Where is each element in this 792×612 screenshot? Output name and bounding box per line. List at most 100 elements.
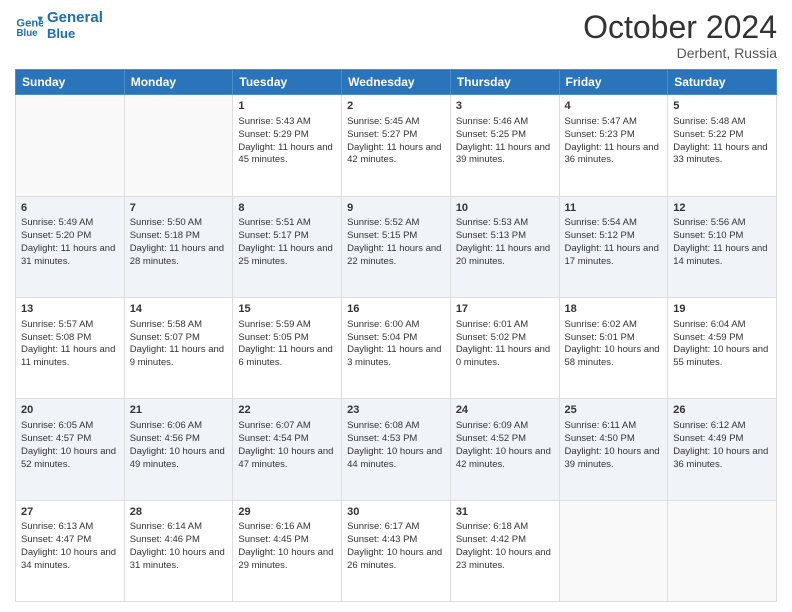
calendar-cell: 12Sunrise: 5:56 AMSunset: 5:10 PMDayligh…: [668, 196, 777, 297]
calendar-cell: 17Sunrise: 6:01 AMSunset: 5:02 PMDayligh…: [450, 297, 559, 398]
daylight-text: Daylight: 11 hours and 14 minutes.: [673, 243, 771, 269]
day-number: 30: [347, 505, 445, 520]
sunset-text: Sunset: 4:50 PM: [565, 433, 663, 446]
sunset-text: Sunset: 5:18 PM: [130, 230, 228, 243]
day-number: 3: [456, 99, 554, 114]
day-number: 4: [565, 99, 663, 114]
sunset-text: Sunset: 5:04 PM: [347, 332, 445, 345]
calendar-cell: 2 Sunrise: 5:45 AMSunset: 5:27 PMDaylight…: [342, 95, 451, 196]
sunset-text: Sunset: 4:54 PM: [238, 433, 336, 446]
day-number: 14: [130, 302, 228, 317]
calendar-cell: 26Sunrise: 6:12 AMSunset: 4:49 PMDayligh…: [668, 399, 777, 500]
sunset-text: Sunset: 4:52 PM: [456, 433, 554, 446]
header: General Blue General Blue October 2024 D…: [15, 10, 777, 61]
col-header-sunday: Sunday: [16, 70, 125, 95]
daylight-text: Daylight: 10 hours and 34 minutes.: [21, 547, 119, 573]
calendar-cell: 18Sunrise: 6:02 AMSunset: 5:01 PMDayligh…: [559, 297, 668, 398]
day-number: 26: [673, 403, 771, 418]
calendar-row-2: 6Sunrise: 5:49 AMSunset: 5:20 PMDaylight…: [16, 196, 777, 297]
day-number: 12: [673, 201, 771, 216]
sunrise-text: Sunrise: 6:07 AM: [238, 420, 336, 433]
sunrise-text: Sunrise: 5:43 AM: [238, 116, 336, 129]
day-number: 20: [21, 403, 119, 418]
sunset-text: Sunset: 5:27 PM: [347, 129, 445, 142]
logo-general: General: [47, 10, 103, 27]
calendar-cell: 21Sunrise: 6:06 AMSunset: 4:56 PMDayligh…: [124, 399, 233, 500]
sunrise-text: Sunrise: 6:01 AM: [456, 319, 554, 332]
calendar-cell: [16, 95, 125, 196]
day-number: 8: [238, 201, 336, 216]
svg-text:Blue: Blue: [16, 29, 38, 40]
sunset-text: Sunset: 5:13 PM: [456, 230, 554, 243]
sunset-text: Sunset: 5:29 PM: [238, 129, 336, 142]
sunrise-text: Sunrise: 6:05 AM: [21, 420, 119, 433]
sunset-text: Sunset: 4:46 PM: [130, 534, 228, 547]
calendar-cell: [668, 500, 777, 601]
calendar-cell: 23Sunrise: 6:08 AMSunset: 4:53 PMDayligh…: [342, 399, 451, 500]
calendar-cell: 11Sunrise: 5:54 AMSunset: 5:12 PMDayligh…: [559, 196, 668, 297]
daylight-text: Daylight: 11 hours and 42 minutes.: [347, 142, 445, 168]
sunset-text: Sunset: 4:57 PM: [21, 433, 119, 446]
sunrise-text: Sunrise: 5:48 AM: [673, 116, 771, 129]
calendar-cell: 4Sunrise: 5:47 AMSunset: 5:23 PMDaylight…: [559, 95, 668, 196]
daylight-text: Daylight: 10 hours and 36 minutes.: [673, 446, 771, 472]
daylight-text: Daylight: 11 hours and 39 minutes.: [456, 142, 554, 168]
daylight-text: Daylight: 10 hours and 55 minutes.: [673, 344, 771, 370]
sunrise-text: Sunrise: 6:17 AM: [347, 521, 445, 534]
daylight-text: Daylight: 11 hours and 20 minutes.: [456, 243, 554, 269]
calendar-cell: 6Sunrise: 5:49 AMSunset: 5:20 PMDaylight…: [16, 196, 125, 297]
calendar-cell: 30Sunrise: 6:17 AMSunset: 4:43 PMDayligh…: [342, 500, 451, 601]
daylight-text: Daylight: 10 hours and 44 minutes.: [347, 446, 445, 472]
calendar-cell: 22Sunrise: 6:07 AMSunset: 4:54 PMDayligh…: [233, 399, 342, 500]
calendar-cell: 7Sunrise: 5:50 AMSunset: 5:18 PMDaylight…: [124, 196, 233, 297]
sunrise-text: Sunrise: 6:04 AM: [673, 319, 771, 332]
day-number: 5: [673, 99, 771, 114]
sunrise-text: Sunrise: 6:08 AM: [347, 420, 445, 433]
sunset-text: Sunset: 5:15 PM: [347, 230, 445, 243]
logo: General Blue General Blue: [15, 10, 103, 41]
day-number: 13: [21, 302, 119, 317]
calendar-cell: 15Sunrise: 5:59 AMSunset: 5:05 PMDayligh…: [233, 297, 342, 398]
sunset-text: Sunset: 5:08 PM: [21, 332, 119, 345]
calendar-cell: 5Sunrise: 5:48 AMSunset: 5:22 PMDaylight…: [668, 95, 777, 196]
calendar-cell: 8Sunrise: 5:51 AMSunset: 5:17 PMDaylight…: [233, 196, 342, 297]
calendar-cell: 13Sunrise: 5:57 AMSunset: 5:08 PMDayligh…: [16, 297, 125, 398]
daylight-text: Daylight: 11 hours and 9 minutes.: [130, 344, 228, 370]
sunset-text: Sunset: 4:56 PM: [130, 433, 228, 446]
day-number: 2: [347, 99, 445, 114]
calendar-row-1: 1Sunrise: 5:43 AMSunset: 5:29 PMDaylight…: [16, 95, 777, 196]
col-header-saturday: Saturday: [668, 70, 777, 95]
day-number: 21: [130, 403, 228, 418]
logo-blue: Blue: [47, 27, 103, 41]
day-number: 11: [565, 201, 663, 216]
sunrise-text: Sunrise: 6:06 AM: [130, 420, 228, 433]
month-title: October 2024: [583, 10, 777, 45]
calendar-header-row: SundayMondayTuesdayWednesdayThursdayFrid…: [16, 70, 777, 95]
col-header-thursday: Thursday: [450, 70, 559, 95]
sunrise-text: Sunrise: 5:57 AM: [21, 319, 119, 332]
day-number: 9: [347, 201, 445, 216]
col-header-monday: Monday: [124, 70, 233, 95]
day-number: 6: [21, 201, 119, 216]
day-number: 28: [130, 505, 228, 520]
col-header-friday: Friday: [559, 70, 668, 95]
calendar-cell: 3Sunrise: 5:46 AMSunset: 5:25 PMDaylight…: [450, 95, 559, 196]
day-number: 27: [21, 505, 119, 520]
sunset-text: Sunset: 5:25 PM: [456, 129, 554, 142]
sunset-text: Sunset: 5:02 PM: [456, 332, 554, 345]
sunrise-text: Sunrise: 6:16 AM: [238, 521, 336, 534]
daylight-text: Daylight: 11 hours and 3 minutes.: [347, 344, 445, 370]
sunrise-text: Sunrise: 5:45 AM: [347, 116, 445, 129]
sunset-text: Sunset: 4:43 PM: [347, 534, 445, 547]
daylight-text: Daylight: 11 hours and 45 minutes.: [238, 142, 336, 168]
daylight-text: Daylight: 10 hours and 23 minutes.: [456, 547, 554, 573]
calendar-cell: 14Sunrise: 5:58 AMSunset: 5:07 PMDayligh…: [124, 297, 233, 398]
day-number: 19: [673, 302, 771, 317]
day-number: 31: [456, 505, 554, 520]
sunset-text: Sunset: 5:12 PM: [565, 230, 663, 243]
calendar-cell: 20Sunrise: 6:05 AMSunset: 4:57 PMDayligh…: [16, 399, 125, 500]
logo-icon: General Blue: [15, 11, 43, 39]
calendar-cell: 27Sunrise: 6:13 AMSunset: 4:47 PMDayligh…: [16, 500, 125, 601]
day-number: 15: [238, 302, 336, 317]
sunrise-text: Sunrise: 5:59 AM: [238, 319, 336, 332]
